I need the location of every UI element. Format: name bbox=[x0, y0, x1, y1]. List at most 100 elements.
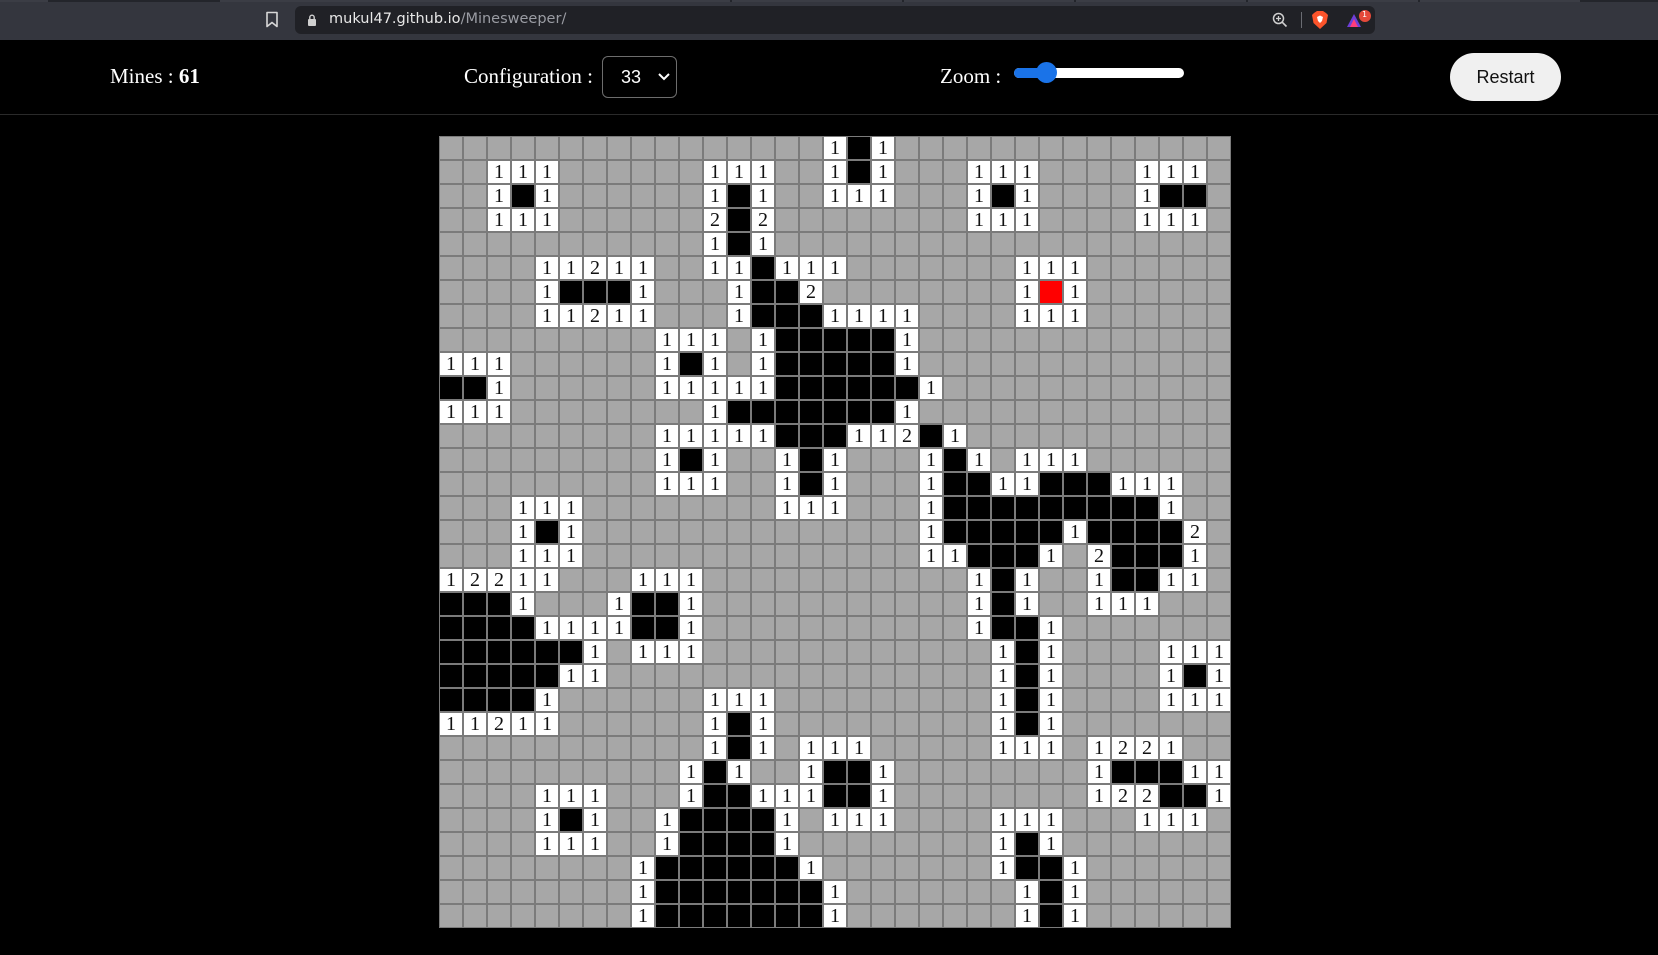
cell-number[interactable]: 1 bbox=[920, 521, 942, 543]
cell-revealed-empty[interactable] bbox=[752, 881, 774, 903]
cell-revealed-empty[interactable] bbox=[440, 617, 462, 639]
cell-hidden[interactable] bbox=[1184, 857, 1206, 879]
cell-hidden[interactable] bbox=[944, 185, 966, 207]
cell-revealed-empty[interactable] bbox=[848, 377, 870, 399]
cell-revealed-empty[interactable] bbox=[1112, 521, 1134, 543]
cell-hidden[interactable] bbox=[968, 689, 990, 711]
cell-hidden[interactable] bbox=[512, 257, 534, 279]
cell-hidden[interactable] bbox=[1088, 377, 1110, 399]
cell-hidden[interactable] bbox=[992, 353, 1014, 375]
cell-revealed-empty[interactable] bbox=[1112, 761, 1134, 783]
cell-number[interactable]: 2 bbox=[464, 569, 486, 591]
cell-number[interactable]: 1 bbox=[992, 833, 1014, 855]
cell-hidden[interactable] bbox=[1160, 905, 1182, 927]
cell-revealed-empty[interactable] bbox=[488, 689, 510, 711]
cell-hidden[interactable] bbox=[944, 209, 966, 231]
cell-number[interactable]: 1 bbox=[536, 161, 558, 183]
cell-hidden[interactable] bbox=[440, 497, 462, 519]
cell-number[interactable]: 1 bbox=[704, 737, 726, 759]
configuration-select[interactable]: 33 bbox=[602, 56, 677, 98]
cell-number[interactable]: 1 bbox=[752, 377, 774, 399]
cell-number[interactable]: 1 bbox=[440, 401, 462, 423]
cell-hidden[interactable] bbox=[656, 545, 678, 567]
cell-number[interactable]: 1 bbox=[1016, 161, 1038, 183]
cell-hidden[interactable] bbox=[1136, 641, 1158, 663]
cell-revealed-empty[interactable] bbox=[992, 185, 1014, 207]
cell-hidden[interactable] bbox=[968, 713, 990, 735]
cell-hidden[interactable] bbox=[1160, 617, 1182, 639]
cell-revealed-empty[interactable] bbox=[1160, 761, 1182, 783]
cell-number[interactable]: 1 bbox=[752, 161, 774, 183]
cell-number[interactable]: 1 bbox=[1064, 449, 1086, 471]
cell-revealed-empty[interactable] bbox=[944, 449, 966, 471]
cell-hidden[interactable] bbox=[488, 881, 510, 903]
cell-hidden[interactable] bbox=[1064, 161, 1086, 183]
cell-hidden[interactable] bbox=[728, 497, 750, 519]
cell-revealed-empty[interactable] bbox=[1040, 857, 1062, 879]
cell-revealed-empty[interactable] bbox=[968, 497, 990, 519]
cell-hidden[interactable] bbox=[848, 833, 870, 855]
cell-hidden[interactable] bbox=[488, 305, 510, 327]
cell-hidden[interactable] bbox=[1064, 761, 1086, 783]
cell-hidden[interactable] bbox=[656, 785, 678, 807]
cell-number[interactable]: 1 bbox=[704, 473, 726, 495]
cell-hidden[interactable] bbox=[656, 761, 678, 783]
cell-hidden[interactable] bbox=[1112, 857, 1134, 879]
cell-number[interactable]: 1 bbox=[1064, 281, 1086, 303]
cell-number[interactable]: 1 bbox=[1208, 665, 1230, 687]
cell-revealed-empty[interactable] bbox=[800, 329, 822, 351]
cell-hidden[interactable] bbox=[584, 185, 606, 207]
cell-hidden[interactable] bbox=[1208, 449, 1230, 471]
cell-number[interactable]: 1 bbox=[656, 809, 678, 831]
cell-hidden[interactable] bbox=[560, 185, 582, 207]
cell-hidden[interactable] bbox=[1088, 641, 1110, 663]
cell-hidden[interactable] bbox=[824, 209, 846, 231]
cell-hidden[interactable] bbox=[1112, 809, 1134, 831]
cell-hidden[interactable] bbox=[1088, 137, 1110, 159]
cell-hidden[interactable] bbox=[560, 689, 582, 711]
cell-hidden[interactable] bbox=[1184, 737, 1206, 759]
cell-hidden[interactable] bbox=[1160, 257, 1182, 279]
cell-hidden[interactable] bbox=[1016, 329, 1038, 351]
cell-hidden[interactable] bbox=[608, 473, 630, 495]
cell-number[interactable]: 1 bbox=[704, 353, 726, 375]
cell-number[interactable]: 1 bbox=[608, 305, 630, 327]
cell-hidden[interactable] bbox=[440, 545, 462, 567]
cell-hidden[interactable] bbox=[1064, 185, 1086, 207]
cell-hidden[interactable] bbox=[752, 641, 774, 663]
cell-revealed-empty[interactable] bbox=[512, 641, 534, 663]
cell-hidden[interactable] bbox=[680, 665, 702, 687]
cell-revealed-empty[interactable] bbox=[1184, 185, 1206, 207]
cell-hidden[interactable] bbox=[944, 305, 966, 327]
cell-hidden[interactable] bbox=[1040, 593, 1062, 615]
cell-hidden[interactable] bbox=[488, 905, 510, 927]
cell-hidden[interactable] bbox=[464, 809, 486, 831]
cell-hidden[interactable] bbox=[1088, 809, 1110, 831]
cell-hidden[interactable] bbox=[1016, 425, 1038, 447]
cell-hidden[interactable] bbox=[440, 161, 462, 183]
cell-hidden[interactable] bbox=[1088, 905, 1110, 927]
cell-number[interactable]: 1 bbox=[1208, 785, 1230, 807]
cell-number[interactable]: 2 bbox=[752, 209, 774, 231]
cell-number[interactable]: 1 bbox=[512, 713, 534, 735]
cell-number[interactable]: 2 bbox=[800, 281, 822, 303]
cell-hidden[interactable] bbox=[608, 401, 630, 423]
cell-number[interactable]: 1 bbox=[752, 785, 774, 807]
cell-hidden[interactable] bbox=[560, 713, 582, 735]
cell-hidden[interactable] bbox=[776, 233, 798, 255]
cell-hidden[interactable] bbox=[920, 329, 942, 351]
cell-number[interactable]: 1 bbox=[848, 425, 870, 447]
cell-hidden[interactable] bbox=[728, 665, 750, 687]
cell-revealed-empty[interactable] bbox=[680, 905, 702, 927]
cell-hidden[interactable] bbox=[1112, 281, 1134, 303]
cell-number[interactable]: 1 bbox=[1040, 449, 1062, 471]
cell-revealed-empty[interactable] bbox=[704, 785, 726, 807]
cell-hidden[interactable] bbox=[920, 593, 942, 615]
cell-revealed-empty[interactable] bbox=[1064, 497, 1086, 519]
cell-hidden[interactable] bbox=[944, 761, 966, 783]
cell-hidden[interactable] bbox=[824, 233, 846, 255]
cell-revealed-empty[interactable] bbox=[1160, 545, 1182, 567]
cell-revealed-empty[interactable] bbox=[824, 353, 846, 375]
cell-hidden[interactable] bbox=[752, 569, 774, 591]
cell-number[interactable]: 1 bbox=[944, 545, 966, 567]
